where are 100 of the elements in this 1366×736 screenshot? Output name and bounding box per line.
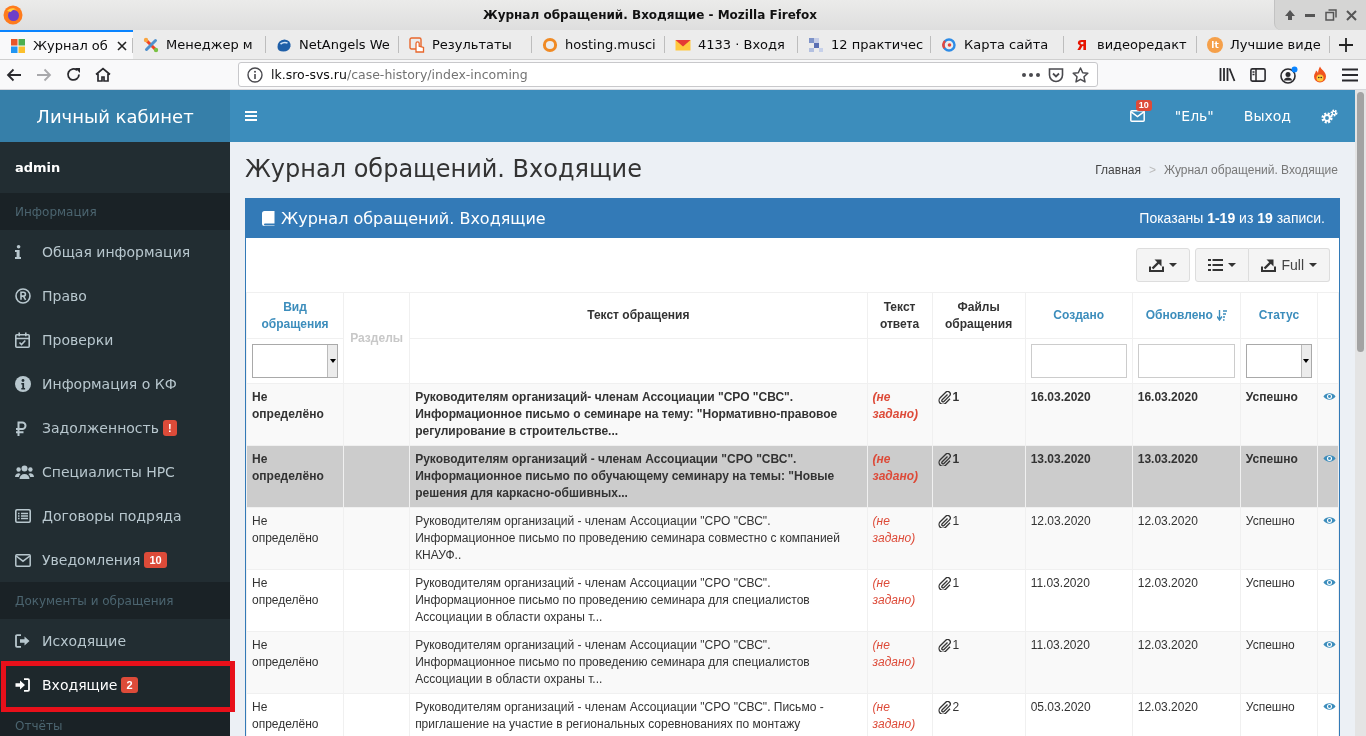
eye-icon[interactable]	[1322, 578, 1336, 587]
status-text: Успешно	[1245, 700, 1295, 714]
file-count: 1	[952, 389, 960, 406]
browser-tab[interactable]: Я видеоредакт	[1064, 30, 1197, 59]
table-row[interactable]	[246, 631, 1339, 694]
column-sort-link[interactable]: Статус	[1258, 307, 1300, 324]
breadcrumb-separator: >	[1147, 162, 1157, 179]
sidebar-item[interactable]: Проверки	[0, 318, 230, 362]
sidebar-icon[interactable]	[1250, 67, 1266, 82]
eye-icon[interactable]	[1322, 702, 1336, 711]
answer-text: (не задано)	[872, 451, 919, 485]
export-button[interactable]	[1136, 248, 1191, 282]
column-sort-link[interactable]: Создано	[1053, 307, 1105, 324]
reload-icon[interactable]	[66, 67, 81, 82]
browser-tab[interactable]: Журнал об	[0, 30, 133, 59]
tab-title: Результаты	[432, 37, 513, 52]
updated-date: 12.03.2020	[1137, 514, 1198, 528]
sidebar-item[interactable]: Информация о КФ	[0, 362, 230, 406]
browser-tab[interactable]: Результаты	[399, 30, 532, 59]
sidebar-item[interactable]: Общая информация	[0, 230, 230, 274]
tab-title: Лучшие виде	[1230, 37, 1322, 52]
created-date: 11.03.2020	[1030, 638, 1090, 652]
gears-icon[interactable]	[1321, 108, 1338, 124]
browser-tab[interactable]: 12 практичес	[798, 30, 931, 59]
logout-link[interactable]: Выход	[1243, 108, 1291, 124]
info-icon[interactable]	[247, 66, 263, 83]
updated-date: 12.03.2020	[1137, 638, 1198, 652]
back-icon[interactable]	[6, 67, 22, 82]
caret-icon	[1169, 263, 1178, 267]
envelope-icon	[15, 553, 31, 567]
column-header: Текст ответа	[878, 298, 921, 333]
table-row[interactable]: Не определёно Руководителям организаций - членам Ассоциации "СРО "СВС". Письмо - приглашение на участие в региональных соревнованиях по монтажу (не задано) 2 05.03.2020 12.03.2020 Успешно	[246, 693, 1339, 736]
shield-chevron-icon[interactable]	[1048, 66, 1064, 83]
arrow-up-icon[interactable]	[1283, 9, 1296, 21]
columns-button[interactable]	[1195, 248, 1250, 282]
filter-input[interactable]	[1030, 344, 1127, 378]
eye-icon[interactable]	[1322, 454, 1336, 463]
sidebar-item[interactable]: Исходящие	[0, 619, 230, 663]
star-icon[interactable]	[1072, 66, 1089, 83]
request-type: Не определёно	[252, 451, 325, 485]
user-name: admin	[15, 160, 61, 175]
sidebar-item[interactable]: Договоры подряда	[0, 494, 230, 538]
restore-icon[interactable]	[1324, 9, 1337, 21]
browser-tab[interactable]: Карта сайта	[931, 30, 1064, 59]
user-link[interactable]: "Ель"	[1174, 108, 1214, 124]
sidebar-item[interactable]: Специалисты НРС	[0, 450, 230, 494]
table-row[interactable]	[246, 569, 1339, 632]
answer-text: (не задано)	[872, 513, 917, 547]
sidebar-item[interactable]: Право	[0, 274, 230, 318]
record-summary: Показаны 1-19 из 19 записи.	[1139, 210, 1325, 226]
status-text: Успешно	[1245, 514, 1295, 528]
table-row[interactable]	[246, 445, 1339, 508]
file-count: 1	[952, 637, 960, 654]
request-type: Не определёно	[252, 513, 320, 547]
favicon-letter: lt	[1207, 36, 1223, 53]
browser-tab[interactable]: hosting.musci	[532, 30, 665, 59]
count-badge: 10	[144, 552, 167, 568]
table-row[interactable]	[246, 383, 1339, 446]
library-icon[interactable]	[1219, 67, 1236, 82]
window-title: Журнал обращений. Входящие - Mozilla Firefox	[481, 8, 819, 22]
eye-icon[interactable]	[1322, 392, 1336, 401]
flame-icon[interactable]	[1312, 65, 1328, 84]
eye-icon[interactable]	[1322, 516, 1336, 525]
browser-tab[interactable]: Менеджер м	[133, 30, 266, 59]
dropdown-arrow-icon	[329, 359, 336, 363]
table-row[interactable]: Не определёно Руководителям организаций - членам Ассоциации "СРО "СВС". Информационное письмо по проведению семинара совместно с компанией КНАУФ.. (не задано) 1 12.03.2020 12.03.2020 Успешно	[246, 507, 1339, 570]
paperclip-icon	[937, 391, 951, 404]
more-icon[interactable]	[1022, 72, 1040, 77]
sidebar-item[interactable]: Уведомления 10	[0, 538, 230, 582]
paperclip-icon	[937, 701, 951, 714]
envelope-icon[interactable]	[1129, 110, 1145, 122]
sidebar-item[interactable]: Задолженность !	[0, 406, 230, 450]
home-icon[interactable]	[95, 67, 111, 82]
menu-icon[interactable]	[1342, 67, 1358, 82]
info-icon	[15, 245, 21, 259]
browser-tab[interactable]: lt Лучшие виде	[1197, 30, 1330, 59]
browser-tab[interactable]: 4133 · Входя	[665, 30, 798, 59]
breadcrumb-current: Журнал обращений. Входящие	[1163, 162, 1338, 179]
breadcrumb-link[interactable]: Главная	[1095, 162, 1141, 179]
arc-ring-icon	[941, 36, 957, 53]
account-icon[interactable]	[1280, 65, 1298, 84]
users-icon	[15, 465, 34, 479]
close-icon[interactable]	[117, 40, 127, 51]
ruble-icon	[15, 420, 27, 436]
ring-icon	[542, 36, 558, 53]
minimize-icon[interactable]	[1305, 13, 1316, 17]
export-full-button[interactable]: Full	[1249, 248, 1330, 282]
four-squares-icon	[10, 37, 26, 54]
address-field[interactable]: lk.sro-svs.ru/case-history/index-incoming	[238, 62, 1098, 87]
dropdown-arrow-icon	[1303, 359, 1310, 363]
sign-in-icon	[15, 678, 30, 692]
filter-input[interactable]	[1137, 344, 1235, 378]
app-logo[interactable]: Личный кабинет	[0, 90, 230, 142]
plus-icon[interactable]	[1339, 38, 1353, 52]
file-count: 1	[952, 513, 960, 530]
browser-tab[interactable]: NetAngels We	[266, 30, 399, 59]
colored-cross-icon	[143, 36, 159, 53]
scrollbar-thumb[interactable]	[1357, 92, 1364, 352]
favicon-letter: Я	[1075, 36, 1089, 53]
eye-icon[interactable]	[1322, 640, 1336, 649]
